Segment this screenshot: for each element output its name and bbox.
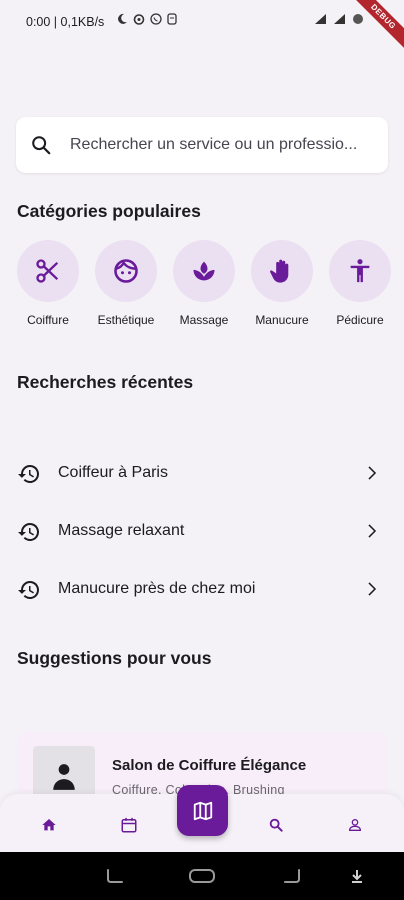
debug-ribbon: DEBUG xyxy=(346,0,404,54)
person-icon xyxy=(348,819,362,831)
category-massage[interactable]: Massage xyxy=(164,240,244,327)
system-navigation-bar xyxy=(0,852,404,900)
search-input[interactable] xyxy=(70,117,380,173)
storage-icon xyxy=(167,13,177,25)
recent-search-label: Massage relaxant xyxy=(58,522,185,539)
accessibility-icon xyxy=(350,259,370,283)
category-esthetique[interactable]: Esthétique xyxy=(86,240,166,327)
history-icon xyxy=(18,581,40,599)
category-label: Esthétique xyxy=(97,313,155,327)
suggestions-title: Suggestions pour vous xyxy=(17,648,212,668)
categories-title: Catégories populaires xyxy=(17,201,201,221)
debug-banner: DEBUG xyxy=(344,0,404,60)
chevron-right-icon xyxy=(368,524,377,538)
recents-icon[interactable] xyxy=(105,868,125,884)
search-icon xyxy=(32,136,51,155)
category-label: Manucure xyxy=(255,313,309,327)
nav-profile[interactable] xyxy=(343,813,367,837)
person-icon xyxy=(53,764,75,790)
categories-list: Coiffure Esthétique Massage Manucure Péd… xyxy=(0,240,404,335)
calendar-icon xyxy=(121,817,137,833)
category-circle xyxy=(173,240,235,302)
recent-search-item[interactable]: Coiffeur à Paris xyxy=(0,449,404,499)
category-label: Pédicure xyxy=(336,313,384,327)
home-icon xyxy=(42,819,56,831)
history-icon xyxy=(18,465,40,483)
status-text: 0:00 | 0,1KB/s xyxy=(26,15,105,29)
recent-search-label: Manucure près de chez moi xyxy=(58,580,256,597)
map-fab-button[interactable] xyxy=(177,785,228,836)
salon-name: Salon de Coiffure Élégance xyxy=(112,757,307,774)
search-icon xyxy=(269,818,283,832)
category-label: Massage xyxy=(179,313,229,327)
history-icon xyxy=(18,523,40,541)
category-circle xyxy=(17,240,79,302)
moon-icon xyxy=(118,13,127,24)
back-icon[interactable] xyxy=(282,868,302,884)
map-icon xyxy=(193,801,212,820)
whatsapp-icon xyxy=(150,13,162,25)
category-pedicure[interactable]: Pédicure xyxy=(320,240,400,327)
spa-icon xyxy=(193,261,215,281)
home-button-icon[interactable] xyxy=(188,868,216,884)
category-manucure[interactable]: Manucure xyxy=(242,240,322,327)
nav-home[interactable] xyxy=(37,813,61,837)
chevron-right-icon xyxy=(368,466,377,480)
recent-search-item[interactable]: Manucure près de chez moi xyxy=(0,565,404,615)
scissors-icon xyxy=(36,259,59,283)
category-coiffure[interactable]: Coiffure xyxy=(8,240,88,327)
nav-calendar[interactable] xyxy=(117,813,141,837)
recent-searches-title: Recherches récentes xyxy=(17,372,194,392)
notification-icons xyxy=(116,13,177,25)
recent-search-item[interactable]: Massage relaxant xyxy=(0,507,404,557)
face-icon xyxy=(114,259,138,283)
category-circle xyxy=(95,240,157,302)
recent-search-label: Coiffeur à Paris xyxy=(58,464,168,481)
chevron-right-icon xyxy=(368,582,377,596)
category-label: Coiffure xyxy=(27,313,69,327)
keyboard-down-icon[interactable] xyxy=(349,868,365,884)
nav-search[interactable] xyxy=(264,813,288,837)
alarm-icon xyxy=(133,14,145,25)
signal-icon xyxy=(315,14,326,24)
category-circle xyxy=(329,240,391,302)
category-circle xyxy=(251,240,313,302)
hand-icon xyxy=(270,259,289,283)
search-box[interactable] xyxy=(16,117,388,173)
